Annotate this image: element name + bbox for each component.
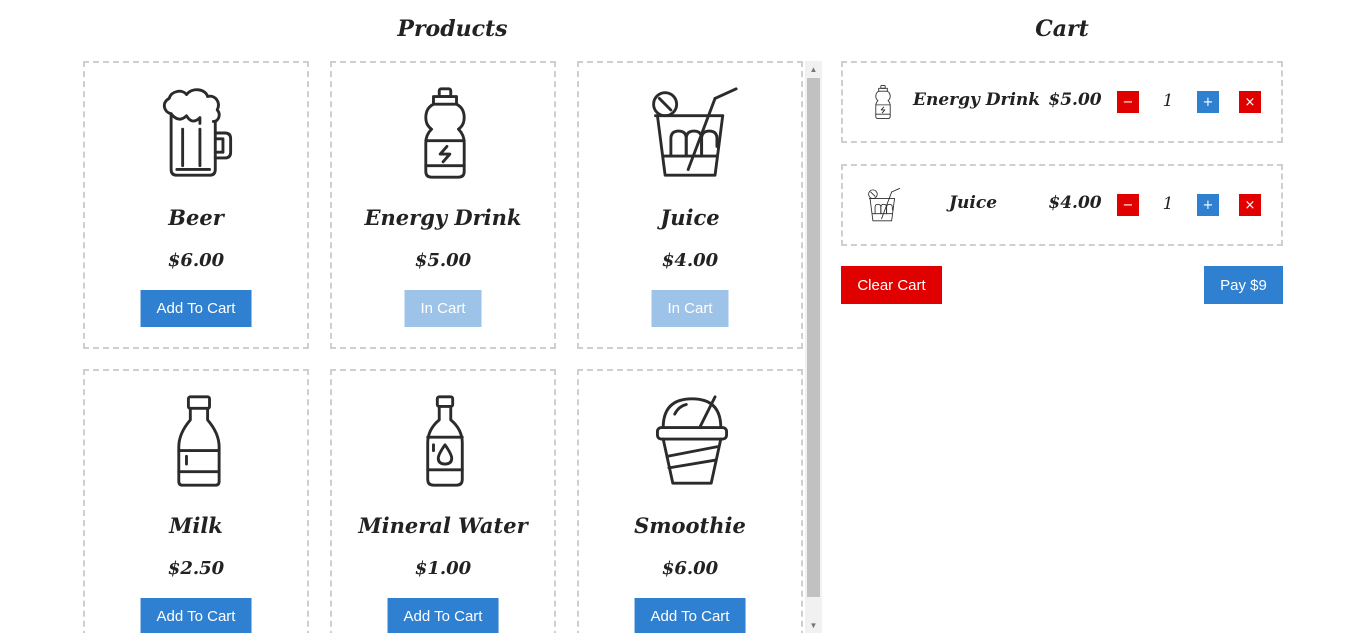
cart-item-quantity: 1 — [1162, 194, 1174, 214]
product-price: $2.50 — [167, 558, 225, 579]
juice-glass-icon — [865, 182, 901, 228]
product-price: $5.00 — [414, 250, 472, 271]
products-heading: Products — [397, 16, 508, 42]
add-to-cart-button[interactable]: Add To Cart — [140, 290, 252, 327]
add-to-cart-button[interactable]: Add To Cart — [387, 598, 499, 633]
cart-item-quantity: 1 — [1162, 91, 1174, 111]
product-name: Mineral Water — [358, 513, 528, 538]
cart-item-price: $4.00 — [1048, 193, 1102, 213]
product-card-smoothie: Smoothie $6.00 Add To Cart — [577, 369, 803, 633]
remove-item-button[interactable]: × — [1239, 194, 1261, 216]
cart-heading: Cart — [1035, 16, 1089, 42]
scrollbar-thumb[interactable] — [807, 78, 820, 597]
remove-item-button[interactable]: × — [1239, 91, 1261, 113]
increase-quantity-button[interactable]: + — [1197, 194, 1219, 216]
product-card-milk: Milk $2.50 Add To Cart — [83, 369, 309, 633]
add-to-cart-button[interactable]: Add To Cart — [140, 598, 252, 633]
increase-quantity-button[interactable]: + — [1197, 91, 1219, 113]
product-name: Energy Drink — [364, 205, 522, 230]
product-name: Beer — [168, 205, 224, 230]
products-scrollbar[interactable]: ▲ ▼ — [805, 61, 822, 633]
cart-item-juice: Juice $4.00 − 1 + × — [841, 164, 1283, 246]
decrease-quantity-button[interactable]: − — [1117, 194, 1139, 216]
scroll-down-arrow-icon[interactable]: ▼ — [805, 617, 822, 633]
energy-drink-bottle-icon — [395, 83, 495, 183]
cart-item-price: $5.00 — [1048, 90, 1102, 110]
product-card-juice: Juice $4.00 In Cart — [577, 61, 803, 349]
pay-button[interactable]: Pay $9 — [1204, 266, 1283, 304]
product-price: $6.00 — [661, 558, 719, 579]
scroll-up-arrow-icon[interactable]: ▲ — [805, 61, 822, 77]
in-cart-button[interactable]: In Cart — [651, 290, 729, 327]
beer-mug-icon — [148, 83, 248, 183]
energy-drink-bottle-icon — [865, 79, 901, 125]
product-price: $1.00 — [414, 558, 472, 579]
product-name: Juice — [660, 205, 720, 230]
add-to-cart-button[interactable]: Add To Cart — [634, 598, 746, 633]
product-name: Milk — [169, 513, 223, 538]
product-price: $6.00 — [167, 250, 225, 271]
product-price: $4.00 — [661, 250, 719, 271]
cart-item-name: Juice — [948, 193, 998, 213]
product-card-mineral-water: Mineral Water $1.00 Add To Cart — [330, 369, 556, 633]
product-name: Smoothie — [634, 513, 746, 538]
products-list: Beer $6.00 Add To Cart Energy Drink $5.0… — [83, 61, 822, 633]
milk-bottle-icon — [148, 391, 248, 491]
product-card-energy-drink: Energy Drink $5.00 In Cart — [330, 61, 556, 349]
water-bottle-icon — [395, 391, 495, 491]
smoothie-cup-icon — [642, 391, 742, 491]
cart-item-energy-drink: Energy Drink $5.00 − 1 + × — [841, 61, 1283, 143]
cart-item-name: Energy Drink — [913, 90, 1041, 110]
juice-glass-icon — [642, 83, 742, 183]
clear-cart-button[interactable]: Clear Cart — [841, 266, 942, 304]
product-card-beer: Beer $6.00 Add To Cart — [83, 61, 309, 349]
in-cart-button[interactable]: In Cart — [404, 290, 482, 327]
decrease-quantity-button[interactable]: − — [1117, 91, 1139, 113]
